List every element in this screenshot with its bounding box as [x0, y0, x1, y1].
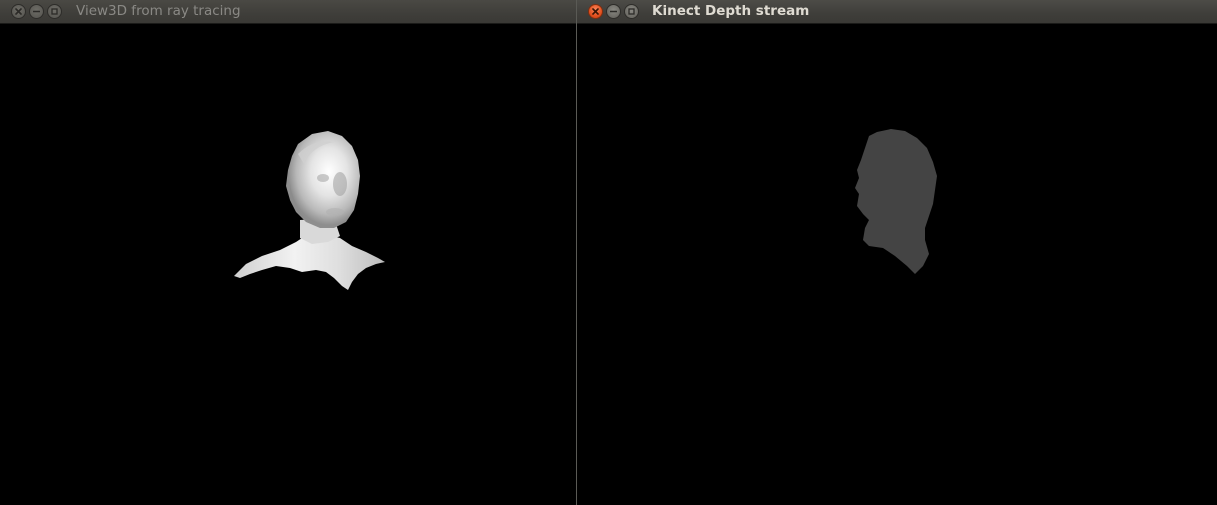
view3d-window-title: View3D from ray tracing	[76, 3, 241, 19]
view3d-titlebar[interactable]: View3D from ray tracing	[0, 0, 576, 24]
kinect-depth-canvas[interactable]	[577, 24, 1217, 505]
kinect-close-button[interactable]	[588, 4, 603, 19]
maximize-icon	[51, 8, 58, 15]
kinect-window-controls	[588, 4, 639, 19]
view3d-close-button[interactable]	[11, 4, 26, 19]
view3d-maximize-button[interactable]	[47, 4, 62, 19]
kinect-window-title: Kinect Depth stream	[652, 3, 810, 19]
view3d-window-controls	[11, 4, 62, 19]
minimize-icon	[610, 10, 617, 13]
desktop: View3D from ray tracing Kinect Depth str…	[0, 0, 1217, 505]
kinect-depth-window: Kinect Depth stream	[576, 0, 1217, 505]
depth-silhouette-image	[855, 129, 937, 274]
ray-traced-head-render	[234, 131, 385, 290]
view3d-window: View3D from ray tracing	[0, 0, 576, 505]
view3d-canvas[interactable]	[0, 24, 576, 505]
maximize-icon	[628, 8, 635, 15]
minimize-icon	[33, 10, 40, 13]
kinect-maximize-button[interactable]	[624, 4, 639, 19]
depth-head-silhouette	[855, 129, 937, 274]
kinect-minimize-button[interactable]	[606, 4, 621, 19]
view3d-minimize-button[interactable]	[29, 4, 44, 19]
close-icon	[592, 8, 599, 15]
close-icon	[15, 8, 22, 15]
kinect-titlebar[interactable]: Kinect Depth stream	[577, 0, 1217, 24]
